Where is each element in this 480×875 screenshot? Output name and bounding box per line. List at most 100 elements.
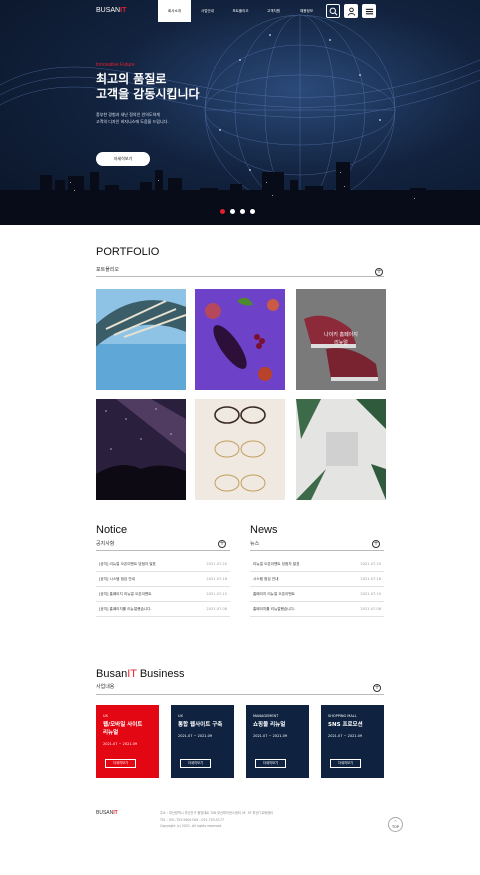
business-card-category: SHOPPING MALL bbox=[328, 714, 357, 718]
notice-row-date: 2021.07.18 bbox=[206, 577, 227, 581]
portfolio-item[interactable] bbox=[195, 399, 285, 500]
business-card[interactable]: MANAGEMENT 쇼핑몰 리뉴얼 2021.07 ~ 2021.09 자세히… bbox=[246, 705, 309, 778]
business-card-button[interactable]: 자세히보기 bbox=[255, 759, 286, 768]
portfolio-more-icon[interactable]: + bbox=[375, 268, 383, 276]
news-row-text: 리뉴얼 오픈이벤트 당첨자 발표 bbox=[253, 561, 300, 566]
logo-main-text: BUSAN bbox=[96, 7, 121, 14]
portfolio-item[interactable] bbox=[296, 399, 386, 500]
menu-item-business[interactable]: 사업안내 bbox=[191, 0, 224, 22]
business-card-name-line1: 웹/모바일 사이트 bbox=[103, 722, 143, 728]
site-logo[interactable]: BUSANIT bbox=[96, 7, 126, 14]
business-title-rest: Business bbox=[139, 668, 185, 680]
business-card-button[interactable]: 자세히보기 bbox=[105, 759, 136, 768]
slide-dot[interactable] bbox=[230, 209, 235, 214]
notice-more-icon[interactable]: + bbox=[218, 540, 226, 548]
top-navigation: BUSANIT 회사소개 사업안내 포트폴리오 고객지원 채용정보 bbox=[0, 0, 480, 24]
news-row-text: 홈페이지 리뉴얼 오픈이벤트 bbox=[253, 591, 295, 596]
menu-item-portfolio[interactable]: 포트폴리오 bbox=[224, 0, 257, 22]
slide-dot[interactable] bbox=[240, 209, 245, 214]
night-sky-photo bbox=[96, 399, 186, 500]
business-title-main: Busan bbox=[96, 668, 128, 680]
business-card-name: SNS 프로모션 bbox=[328, 721, 377, 729]
business-card-name-line2: 리뉴얼 bbox=[103, 730, 119, 736]
business-card-button[interactable]: 자세히보기 bbox=[180, 759, 211, 768]
news-title: News bbox=[250, 524, 278, 536]
portfolio-divider bbox=[96, 276, 384, 277]
scroll-top-label: TOP bbox=[391, 825, 399, 829]
news-divider bbox=[250, 550, 384, 551]
business-card-name-line1: 통합 웹사이트 구축 bbox=[178, 722, 223, 728]
news-row-date: 2021.07.20 bbox=[360, 562, 381, 566]
footer-logo-accent: IT bbox=[113, 810, 118, 816]
footer-info: 주소 : 부산광역시 부산진구 중앙대로 708 부산파이낸스센터 4F, 5F… bbox=[160, 810, 273, 830]
footer-logo-main: BUSAN bbox=[96, 810, 114, 816]
slide-dot[interactable] bbox=[220, 209, 225, 214]
notice-row[interactable]: [공지] 리뉴얼 오픈이벤트 당첨자 발표 2021.07.20 bbox=[96, 557, 230, 572]
notice-row[interactable]: [공지] 시스템 점검 안내 2021.07.18 bbox=[96, 572, 230, 587]
business-title-accent: IT bbox=[127, 668, 137, 680]
business-divider bbox=[96, 694, 384, 695]
main-menu: 회사소개 사업안내 포트폴리오 고객지원 채용정보 bbox=[158, 0, 323, 22]
notice-divider bbox=[96, 550, 230, 551]
business-card-period: 2021.07 ~ 2021.09 bbox=[253, 734, 288, 738]
business-card-name: 웹/모바일 사이트 리뉴얼 bbox=[103, 721, 152, 737]
notice-row-text: [공지] 시스템 점검 안내 bbox=[99, 576, 135, 581]
portfolio-title: PORTFOLIO bbox=[96, 246, 160, 258]
business-card-button[interactable]: 자세히보기 bbox=[330, 759, 361, 768]
hero-text-block: Innovative Future 최고의 품질로 고객을 감동시킵니다 풍부한… bbox=[96, 62, 206, 125]
news-row[interactable]: 리뉴얼 오픈이벤트 당첨자 발표 2021.07.20 bbox=[250, 557, 384, 572]
footer-logo[interactable]: BUSANIT bbox=[96, 810, 118, 816]
notice-row-date: 2021.07.20 bbox=[206, 562, 227, 566]
user-icon[interactable] bbox=[344, 4, 358, 18]
menu-icon[interactable] bbox=[362, 4, 376, 18]
news-row-date: 2021.07.15 bbox=[360, 592, 381, 596]
portfolio-subtitle: 포트폴리오 bbox=[96, 267, 120, 273]
hero-description: 풍부한 경험과 새난 정의인 안의도하게 고객의 디자인 비지니스에 도움을 드… bbox=[96, 111, 206, 125]
menu-item-company[interactable]: 회사소개 bbox=[158, 0, 191, 22]
business-subtitle: 사업내용 bbox=[96, 684, 115, 690]
search-icon[interactable] bbox=[326, 4, 340, 18]
business-card-name-line1: 쇼핑몰 리뉴얼 bbox=[253, 722, 286, 728]
business-card-name: 통합 웹사이트 구축 bbox=[178, 721, 227, 729]
business-title: BusanIT Business bbox=[96, 668, 184, 680]
slide-dot[interactable] bbox=[250, 209, 255, 214]
menu-item-support[interactable]: 고객지원 bbox=[257, 0, 290, 22]
portfolio-item[interactable] bbox=[96, 399, 186, 500]
news-more-icon[interactable]: + bbox=[372, 540, 380, 548]
scroll-top-button[interactable]: ^ TOP bbox=[388, 817, 403, 832]
notice-list: [공지] 리뉴얼 오픈이벤트 당첨자 발표 2021.07.20 [공지] 시스템… bbox=[96, 557, 230, 617]
notice-row[interactable]: [공지] 홈페이지를 리뉴얼했습니다. 2021.07.08 bbox=[96, 602, 230, 617]
eyeglasses-photo bbox=[195, 399, 285, 500]
notice-subtitle: 공지사항 bbox=[96, 541, 115, 547]
menu-item-careers[interactable]: 채용정보 bbox=[290, 0, 323, 22]
business-card[interactable]: UX 웹/모바일 사이트 리뉴얼 2021.07 ~ 2021.09 자세히보기 bbox=[96, 705, 159, 778]
notice-row[interactable]: [공지] 홈페이지 리뉴얼 오픈이벤트 2021.07.15 bbox=[96, 587, 230, 602]
hero-more-button[interactable]: 자세히보기 bbox=[96, 152, 150, 166]
portfolio-item-label-line2: 리뉴얼 bbox=[334, 340, 348, 346]
hero-kicker: Innovative Future bbox=[96, 62, 135, 68]
portfolio-item[interactable] bbox=[195, 289, 285, 390]
news-row-text: 홈페이지를 리뉴얼했습니다. bbox=[253, 606, 295, 611]
business-card[interactable]: UX 통합 웹사이트 구축 2021.07 ~ 2021.09 자세히보기 bbox=[171, 705, 234, 778]
portfolio-item-label-line1: 나이키 홈페이지 bbox=[324, 332, 358, 338]
portfolio-item[interactable]: 나이키 홈페이지 리뉴얼 bbox=[296, 289, 386, 390]
footer-address: 주소 : 부산광역시 부산진구 중앙대로 708 부산파이낸스센터 4F, 5F… bbox=[160, 811, 273, 815]
hero-desc-line1: 풍부한 경험과 새난 정의인 안의도하게 bbox=[96, 112, 160, 117]
portfolio-item[interactable] bbox=[96, 289, 186, 390]
notice-row-text: [공지] 홈페이지 리뉴얼 오픈이벤트 bbox=[99, 591, 152, 596]
business-card-name: 쇼핑몰 리뉴얼 bbox=[253, 721, 302, 729]
business-card-name-line1: SNS 프로모션 bbox=[328, 722, 363, 728]
news-row[interactable]: 시스템 점검 안내 2021.07.18 bbox=[250, 572, 384, 587]
hero-title: 최고의 품질로 고객을 감동시킵니다 bbox=[96, 72, 206, 102]
news-row-date: 2021.07.08 bbox=[360, 607, 381, 611]
business-more-icon[interactable]: + bbox=[373, 684, 381, 692]
business-card-category: UX bbox=[178, 714, 183, 718]
notice-row-text: [공지] 홈페이지를 리뉴얼했습니다. bbox=[99, 606, 152, 611]
slider-pagination bbox=[220, 209, 255, 214]
news-row[interactable]: 홈페이지를 리뉴얼했습니다. 2021.07.08 bbox=[250, 602, 384, 617]
business-card[interactable]: SHOPPING MALL SNS 프로모션 2021.07 ~ 2021.09… bbox=[321, 705, 384, 778]
news-row[interactable]: 홈페이지 리뉴얼 오픈이벤트 2021.07.15 bbox=[250, 587, 384, 602]
notice-row-date: 2021.07.15 bbox=[206, 592, 227, 596]
news-list: 리뉴얼 오픈이벤트 당첨자 발표 2021.07.20 시스템 점검 안내 2021… bbox=[250, 557, 384, 617]
news-row-text: 시스템 점검 안내 bbox=[253, 576, 279, 581]
